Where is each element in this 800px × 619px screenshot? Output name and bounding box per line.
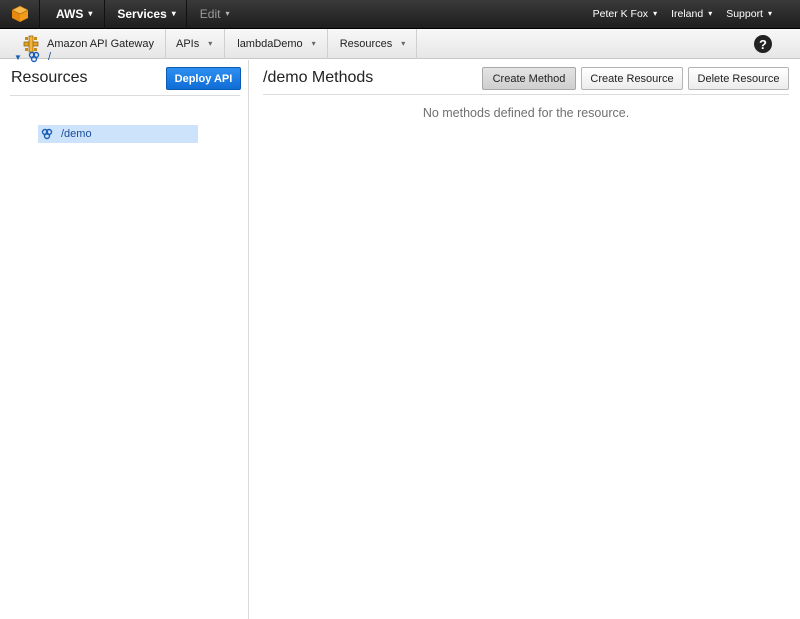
apis-menu[interactable]: APIs ▾ bbox=[166, 28, 226, 59]
api-selector-label: lambdaDemo bbox=[237, 37, 303, 50]
user-menu[interactable]: Peter K Fox ▾ bbox=[586, 0, 664, 29]
empty-methods-message: No methods defined for the resource. bbox=[422, 106, 630, 120]
aws-menu[interactable]: AWS ▾ bbox=[40, 0, 106, 29]
resource-icon bbox=[41, 128, 53, 140]
chevron-down-icon: ▾ bbox=[311, 39, 316, 48]
chevron-down-icon: ▾ bbox=[401, 39, 406, 48]
support-menu[interactable]: Support ▾ bbox=[719, 0, 800, 29]
tree-item-label: / bbox=[48, 51, 52, 63]
chevron-down-icon: ▾ bbox=[88, 9, 93, 18]
tree-item-root[interactable]: ▼ / bbox=[14, 50, 51, 64]
chevron-down-icon: ▾ bbox=[653, 9, 658, 18]
chevron-down-icon: ▾ bbox=[225, 9, 230, 18]
apis-menu-label: APIs bbox=[176, 37, 200, 50]
service-navigation-bar: Amazon API Gateway APIs ▾ lambdaDemo ▾ R… bbox=[0, 28, 800, 59]
tree-item-demo[interactable]: /demo bbox=[38, 125, 198, 143]
api-selector-menu[interactable]: lambdaDemo ▾ bbox=[225, 28, 328, 59]
chevron-down-icon: ▾ bbox=[171, 9, 176, 18]
edit-menu-label: Edit bbox=[199, 7, 221, 21]
top-navigation-bar: AWS ▾ Services ▾ Edit ▾ Peter K Fox ▾ Ir… bbox=[0, 0, 800, 29]
methods-heading: /demo Methods bbox=[263, 69, 374, 86]
create-method-button[interactable]: Create Method bbox=[482, 67, 576, 90]
region-menu-label: Ireland bbox=[671, 8, 704, 20]
services-menu-label: Services bbox=[117, 7, 167, 21]
create-resource-button[interactable]: Create Resource bbox=[581, 67, 683, 90]
divider bbox=[10, 95, 240, 96]
region-menu[interactable]: Ireland ▾ bbox=[664, 0, 719, 29]
delete-resource-button[interactable]: Delete Resource bbox=[688, 67, 789, 90]
resources-heading: Resources bbox=[11, 69, 88, 86]
aws-cube-icon bbox=[10, 5, 29, 22]
chevron-down-icon: ▾ bbox=[208, 39, 213, 48]
help-icon[interactable]: ? bbox=[754, 35, 772, 53]
service-name-label: Amazon API Gateway bbox=[47, 37, 154, 50]
aws-home-link[interactable] bbox=[0, 0, 40, 29]
resource-icon bbox=[28, 51, 40, 63]
resources-menu-label: Resources bbox=[339, 37, 393, 50]
deploy-api-button[interactable]: Deploy API bbox=[166, 67, 241, 90]
services-menu[interactable]: Services ▾ bbox=[105, 0, 187, 29]
tree-item-label: /demo bbox=[61, 128, 92, 140]
edit-menu[interactable]: Edit ▾ bbox=[187, 0, 238, 29]
chevron-down-icon: ▾ bbox=[767, 9, 772, 18]
divider bbox=[263, 94, 789, 95]
chevron-down-icon: ▾ bbox=[708, 9, 713, 18]
aws-menu-label: AWS bbox=[56, 7, 84, 21]
user-menu-label: Peter K Fox bbox=[592, 8, 649, 20]
resources-panel: Resources Deploy API bbox=[0, 60, 249, 619]
resources-menu[interactable]: Resources ▾ bbox=[328, 28, 418, 59]
support-menu-label: Support bbox=[726, 8, 763, 20]
expand-triangle-icon[interactable]: ▼ bbox=[14, 53, 28, 62]
